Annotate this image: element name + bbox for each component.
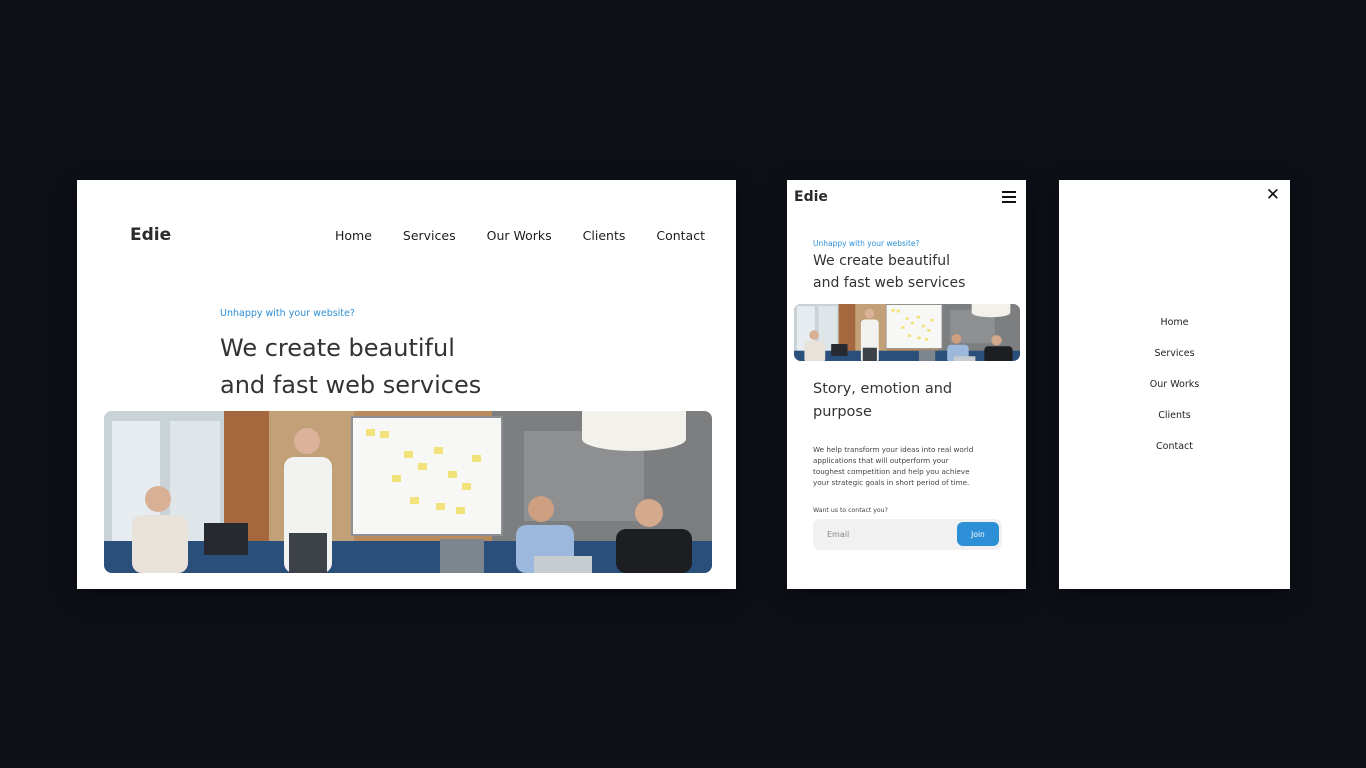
section-heading: Story, emotion and purpose xyxy=(813,378,1003,424)
nav-item-contact[interactable]: Contact xyxy=(656,228,705,243)
menu-item-contact[interactable]: Contact xyxy=(1156,441,1193,453)
hero-image xyxy=(794,304,1020,361)
main-nav: Home Services Our Works Clients Contact xyxy=(335,228,705,243)
hero-headline-line-2: and fast web services xyxy=(813,275,966,291)
menu-item-our-works[interactable]: Our Works xyxy=(1150,379,1199,391)
menu-item-services[interactable]: Services xyxy=(1154,348,1194,360)
office-meeting-photo xyxy=(104,411,712,573)
contact-prompt: Want us to contact you? xyxy=(813,507,888,514)
hero-image xyxy=(104,411,712,573)
close-icon[interactable]: ✕ xyxy=(1266,187,1280,204)
hamburger-icon[interactable] xyxy=(1002,191,1016,203)
body-text-line-2: applications that will outperform your xyxy=(813,456,949,465)
section-heading-line-2: purpose xyxy=(813,404,872,420)
body-text-line-3: toughest competition and help you achiev… xyxy=(813,467,970,476)
nav-item-services[interactable]: Services xyxy=(403,228,456,243)
mobile-frame: Edie Unhappy with your website? We creat… xyxy=(787,180,1026,589)
menu-item-clients[interactable]: Clients xyxy=(1158,410,1190,422)
section-heading-line-1: Story, emotion and xyxy=(813,381,953,397)
mobile-menu-frame: ✕ Home Services Our Works Clients Contac… xyxy=(1059,180,1290,589)
email-form: Join xyxy=(813,519,1002,550)
kicker-text: Unhappy with your website? xyxy=(220,308,355,319)
menu-nav: Home Services Our Works Clients Contact xyxy=(1059,317,1290,453)
kicker-text: Unhappy with your website? xyxy=(813,239,920,248)
hero-headline: We create beautiful and fast web service… xyxy=(813,250,1013,294)
nav-item-clients[interactable]: Clients xyxy=(583,228,626,243)
body-text-line-4: your strategic goals in short period of … xyxy=(813,478,970,487)
menu-item-home[interactable]: Home xyxy=(1160,317,1188,329)
email-field[interactable] xyxy=(821,519,963,550)
body-text: We help transform your ideas into real w… xyxy=(813,444,993,488)
nav-item-home[interactable]: Home xyxy=(335,228,372,243)
office-meeting-photo xyxy=(794,304,1020,361)
nav-item-our-works[interactable]: Our Works xyxy=(487,228,552,243)
body-text-line-1: We help transform your ideas into real w… xyxy=(813,445,974,454)
join-button[interactable]: Join xyxy=(957,522,999,546)
hero-headline-line-2: and fast web services xyxy=(220,371,482,399)
hero-headline-line-1: We create beautiful xyxy=(813,253,950,269)
hero-headline: We create beautiful and fast web service… xyxy=(220,330,640,404)
logo[interactable]: Edie xyxy=(794,189,828,205)
hero-headline-line-1: We create beautiful xyxy=(220,334,455,362)
logo[interactable]: Edie xyxy=(130,225,171,245)
desktop-frame: Edie Home Services Our Works Clients Con… xyxy=(77,180,736,589)
